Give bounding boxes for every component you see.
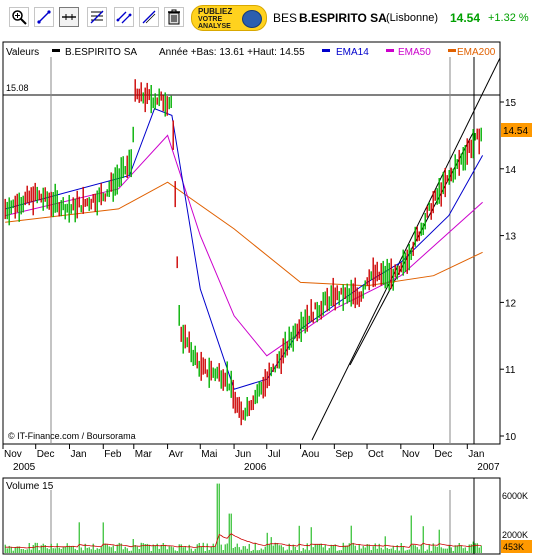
year-label: 2007: [477, 462, 500, 473]
zoom-tool[interactable]: [9, 7, 29, 27]
legend-ema200: EMA200: [457, 47, 496, 58]
legend-ema50: EMA50: [398, 47, 431, 58]
x-tick-label: Dec: [435, 449, 453, 460]
eye-icon: [242, 10, 262, 28]
price-axis: 15 14 13 12 11 10: [500, 98, 517, 443]
toolbar: PUBLIEZ VOTRE ANALYSE BES B.ESPIRITO SA …: [0, 0, 538, 36]
publish-line3: ANALYSE: [198, 23, 231, 30]
chart-area: Valeurs B.ESPIRITO SA Année +Bas: 13.61 …: [2, 41, 532, 555]
x-axis: Nov Dec Jan Feb Mar Avr Mai Jun Jul Aou Sep Oct Nov D…: [2, 444, 500, 473]
price-tick-label: 13: [505, 232, 517, 243]
year-label: 2006: [244, 462, 267, 473]
horizontal-line-tool[interactable]: [59, 7, 79, 27]
change-percent: +1.32 %: [488, 12, 529, 24]
legend-stock: B.ESPIRITO SA: [65, 47, 137, 58]
x-tick-label: Mar: [135, 449, 153, 460]
line-icon: [37, 10, 51, 24]
volume-tick-6000k: 6000K: [502, 491, 528, 501]
publish-analysis-button[interactable]: PUBLIEZ VOTRE ANALYSE: [191, 5, 267, 31]
price-tick-label: 14: [505, 165, 517, 176]
volume-label: Volume 15: [6, 481, 54, 492]
stock-name: B.ESPIRITO SA: [299, 11, 387, 25]
x-tick-label: Jan: [70, 449, 86, 460]
parallel-line-tool[interactable]: [139, 7, 159, 27]
magnifier-plus-icon: [12, 10, 27, 25]
legend-ema14-swatch: [322, 49, 330, 52]
legend-ema14: EMA14: [336, 47, 369, 58]
channel-tool[interactable]: [114, 7, 134, 27]
parallel-line-icon: [142, 10, 156, 24]
last-volume-marker-label: 453K: [503, 542, 524, 552]
x-tick-label: Nov: [4, 449, 22, 460]
legend-label: Valeurs: [6, 47, 39, 58]
x-tick-label: Feb: [104, 449, 122, 460]
legend-info: Année +Bas: 13.61 +Haut: 14.55: [159, 47, 305, 58]
price-tick-label: 12: [505, 298, 517, 309]
volume-tick-2000k: 2000K: [502, 530, 528, 540]
legend-ema200-swatch: [448, 49, 456, 52]
x-tick-label: Oct: [368, 449, 384, 460]
publish-line2: VOTRE: [198, 16, 223, 23]
hline-label: 15.08: [6, 83, 29, 93]
horizontal-line-icon: [62, 14, 76, 20]
fibonacci-icon: [90, 10, 104, 24]
last-price-marker-label: 14.54: [503, 126, 528, 137]
legend-ema50-swatch: [386, 49, 394, 52]
x-tick-label: Avr: [169, 449, 184, 460]
x-tick-label: Mai: [201, 449, 217, 460]
last-price: 14.54: [450, 11, 481, 25]
legend-stock-swatch: [52, 49, 60, 52]
trash-icon: [168, 9, 180, 25]
x-tick-label: Nov: [402, 449, 420, 460]
fibonacci-tool[interactable]: [87, 7, 107, 27]
year-label: 2005: [13, 462, 36, 473]
price-tick-label: 11: [505, 365, 516, 376]
x-tick-label: Jul: [268, 449, 281, 460]
line-tool[interactable]: [34, 7, 54, 27]
price-tick-label: 10: [505, 432, 517, 443]
market-name: (Lisbonne): [386, 12, 438, 24]
ticker-code: BES: [273, 11, 298, 25]
price-tick-label: 15: [505, 98, 517, 109]
x-tick-label: Jun: [235, 449, 251, 460]
publish-line1: PUBLIEZ: [198, 7, 233, 16]
x-tick-label: Aou: [302, 449, 320, 460]
copyright: © IT-Finance.com / Boursorama: [8, 431, 136, 441]
channel-icon: [116, 11, 132, 24]
x-tick-label: Sep: [335, 449, 353, 460]
x-tick-label: Dec: [37, 449, 55, 460]
x-tick-label: Jan: [468, 449, 484, 460]
delete-tool[interactable]: [164, 7, 184, 27]
